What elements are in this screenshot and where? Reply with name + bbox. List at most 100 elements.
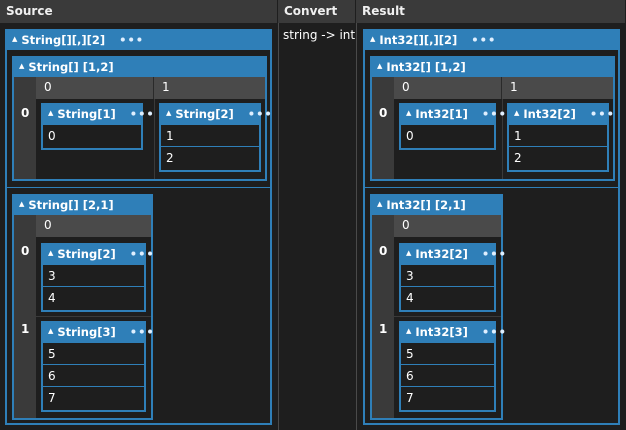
triangle-up-icon[interactable]: ▲ [370, 30, 375, 49]
ellipsis-icon[interactable]: ••• [482, 245, 507, 264]
triangle-up-icon[interactable]: ▲ [48, 104, 53, 123]
triangle-up-icon[interactable]: ▲ [19, 57, 24, 76]
convert-text: string -> int [283, 28, 356, 42]
result-array-header[interactable]: ▲ Int32[1] ••• [401, 104, 506, 124]
result-array-box: ▲ Int32[2] ••• 1 2 [507, 103, 614, 172]
result-group1-header[interactable]: ▲ Int32[] [1,2] [372, 58, 613, 77]
source-outer-title: String[][,][2] [21, 33, 106, 47]
list-item: 3 [43, 264, 144, 286]
result-array-title: Int32[3] [415, 325, 468, 339]
result-array-box: ▲ Int32[1] ••• 0 [399, 103, 506, 150]
ellipsis-icon[interactable]: ••• [130, 323, 155, 342]
triangle-up-icon[interactable]: ▲ [377, 57, 382, 76]
result-array-box: ▲ Int32[3] ••• 5 6 7 [399, 321, 506, 412]
matrix-separator [36, 316, 151, 317]
result-array-box: ▲ Int32[2] ••• 3 4 [399, 243, 506, 312]
matrix-col-header: 0 [394, 215, 501, 237]
list-item: 2 [509, 146, 607, 168]
triangle-up-icon[interactable]: ▲ [406, 244, 411, 263]
list-item: 5 [401, 342, 494, 364]
list-item: 4 [401, 286, 494, 308]
matrix-row-index-label: 0 [21, 244, 30, 258]
result-outer-box: ▲ Int32[][,][2] ••• ▲ Int32[] [1,2] 0 1 … [363, 29, 620, 425]
list-item: 5 [43, 342, 144, 364]
source-array-box: ▲ String[1] ••• 0 [41, 103, 154, 150]
source-array-header[interactable]: ▲ String[1] ••• [43, 104, 154, 124]
source-group2-title: String[] [2,1] [28, 198, 114, 212]
result-group1-title: Int32[] [1,2] [386, 60, 466, 74]
source-array-box: ▲ String[3] ••• 5 6 7 [41, 321, 154, 412]
source-outer-header[interactable]: ▲ String[][,][2] ••• [7, 31, 270, 50]
list-item: 2 [161, 146, 259, 168]
list-item: 0 [43, 124, 141, 146]
result-array-title: Int32[2] [415, 247, 468, 261]
ellipsis-icon[interactable]: ••• [590, 105, 615, 124]
result-array-header[interactable]: ▲ Int32[2] ••• [401, 244, 506, 264]
triangle-up-icon[interactable]: ▲ [166, 104, 171, 123]
ellipsis-icon[interactable]: ••• [130, 245, 155, 264]
matrix-col-header: 0 [36, 77, 154, 99]
matrix-row-index-label: 1 [379, 322, 388, 336]
source-array-title: String[1] [57, 107, 116, 121]
result-array-title: Int32[1] [415, 107, 468, 121]
matrix-row-index-label: 0 [21, 106, 30, 120]
list-item: 1 [509, 124, 607, 146]
ellipsis-icon[interactable]: ••• [471, 31, 496, 50]
list-item: 7 [43, 386, 144, 408]
source-group1-title: String[] [1,2] [28, 60, 114, 74]
result-outer-header[interactable]: ▲ Int32[][,][2] ••• [365, 31, 618, 50]
matrix-row-index [372, 77, 394, 179]
source-group1-box: ▲ String[] [1,2] 0 1 0 ▲ String[1] ••• 0… [12, 56, 272, 181]
ellipsis-icon[interactable]: ••• [482, 323, 507, 342]
outer-row-separator [365, 187, 618, 188]
result-group2-box: ▲ Int32[] [2,1] 0 0 1 ▲ Int32[2] ••• 3 4… [370, 194, 506, 420]
source-group2-header[interactable]: ▲ String[] [2,1] [14, 196, 151, 215]
matrix-col-header: 1 [502, 77, 613, 99]
matrix-col-header: 0 [36, 215, 151, 237]
source-array-box: ▲ String[2] ••• 1 2 [159, 103, 272, 172]
outer-row-separator [7, 187, 270, 188]
matrix-row-index [14, 77, 36, 179]
triangle-up-icon[interactable]: ▲ [12, 30, 17, 49]
matrix-col-header: 0 [394, 77, 502, 99]
list-item: 6 [43, 364, 144, 386]
source-group1-header[interactable]: ▲ String[] [1,2] [14, 58, 265, 77]
ellipsis-icon[interactable]: ••• [130, 105, 155, 124]
column-header-convert[interactable]: Convert [278, 0, 356, 23]
result-array-header[interactable]: ▲ Int32[2] ••• [509, 104, 614, 124]
list-item: 0 [401, 124, 494, 146]
triangle-up-icon[interactable]: ▲ [406, 322, 411, 341]
source-array-title: String[2] [57, 247, 116, 261]
list-item: 7 [401, 386, 494, 408]
triangle-up-icon[interactable]: ▲ [406, 104, 411, 123]
source-array-header[interactable]: ▲ String[2] ••• [161, 104, 272, 124]
column-header-source[interactable]: Source [0, 0, 278, 23]
source-array-header[interactable]: ▲ String[3] ••• [43, 322, 154, 342]
matrix-col-header: 1 [154, 77, 265, 99]
triangle-up-icon[interactable]: ▲ [514, 104, 519, 123]
source-outer-box: ▲ String[][,][2] ••• ▲ String[] [1,2] 0 … [5, 29, 272, 425]
column-divider [278, 23, 279, 430]
list-item: 4 [43, 286, 144, 308]
result-array-header[interactable]: ▲ Int32[3] ••• [401, 322, 506, 342]
triangle-up-icon[interactable]: ▲ [377, 195, 382, 214]
column-header-result[interactable]: Result [356, 0, 626, 23]
source-array-box: ▲ String[2] ••• 3 4 [41, 243, 154, 312]
triangle-up-icon[interactable]: ▲ [48, 244, 53, 263]
result-group1-box: ▲ Int32[] [1,2] 0 1 0 ▲ Int32[1] ••• 0 ▲… [370, 56, 615, 181]
source-array-title: String[3] [57, 325, 116, 339]
matrix-row-index-label: 0 [379, 106, 388, 120]
result-group2-header[interactable]: ▲ Int32[] [2,1] [372, 196, 501, 215]
list-item: 3 [401, 264, 494, 286]
triangle-up-icon[interactable]: ▲ [48, 322, 53, 341]
matrix-separator [394, 316, 501, 317]
list-item: 1 [161, 124, 259, 146]
result-array-title: Int32[2] [523, 107, 576, 121]
ellipsis-icon[interactable]: ••• [248, 105, 273, 124]
triangle-up-icon[interactable]: ▲ [19, 195, 24, 214]
matrix-row-index-label: 1 [21, 322, 30, 336]
ellipsis-icon[interactable]: ••• [119, 31, 144, 50]
source-array-header[interactable]: ▲ String[2] ••• [43, 244, 154, 264]
ellipsis-icon[interactable]: ••• [482, 105, 507, 124]
column-divider [356, 23, 357, 430]
